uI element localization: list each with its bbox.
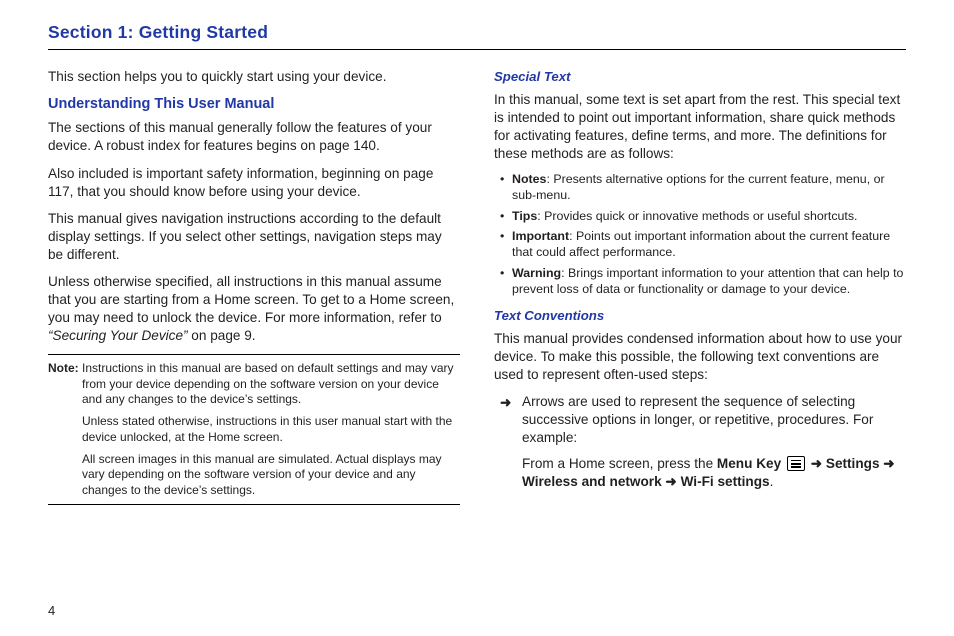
definition: : Brings important information to your a… [512,266,903,296]
term: Tips [512,209,537,223]
note-body: Instructions in this manual are based on… [82,361,460,407]
sub-heading: Special Text [494,68,906,86]
body-paragraph: This manual gives navigation instruction… [48,210,460,264]
note-body: Unless stated otherwise, instructions in… [82,414,460,445]
nav-step: Settings [826,456,880,471]
list-item: ➜ Arrows are used to represent the seque… [500,393,906,491]
note-body: All screen images in this manual are sim… [82,452,460,498]
body-paragraph: Also included is important safety inform… [48,165,460,201]
term: Notes [512,172,546,186]
body-paragraph: Unless otherwise specified, all instruct… [48,273,460,345]
note-label: Note: [48,361,82,407]
definition: : Presents alternative options for the c… [512,172,885,202]
page-number: 4 [48,603,55,618]
body-paragraph: The sections of this manual generally fo… [48,119,460,155]
list-item: Important: Points out important informat… [500,229,906,261]
term: Warning [512,266,561,280]
intro-paragraph: This section helps you to quickly start … [48,68,460,86]
list-item: Notes: Presents alternative options for … [500,172,906,204]
sub-heading: Text Conventions [494,307,906,325]
text-run: . [770,474,774,489]
arrow-icon: ➜ [665,474,676,489]
note-spacer [48,414,82,445]
manual-page: Section 1: Getting Started This section … [0,0,954,636]
example-line: From a Home screen, press the Menu Key ➜… [522,455,906,491]
arrow-icon: ➜ [500,394,511,412]
definition-bullets: Notes: Presents alternative options for … [494,172,906,298]
cross-reference: “Securing Your Device” [48,328,188,343]
note-spacer [48,452,82,498]
list-item: Tips: Provides quick or innovative metho… [500,209,906,225]
nav-step: Wi-Fi settings [681,474,770,489]
arrow-steps: ➜ Arrows are used to represent the seque… [494,393,906,491]
step-text: Arrows are used to represent the sequenc… [522,394,873,445]
definition: : Points out important information about… [512,229,890,259]
note-block: Note: Instructions in this manual are ba… [48,354,460,505]
text-run: Unless otherwise specified, all instruct… [48,274,454,325]
nav-step: Wireless and network [522,474,662,489]
term: Important [512,229,569,243]
list-item: Warning: Brings important information to… [500,266,906,298]
body-paragraph: In this manual, some text is set apart f… [494,91,906,163]
subsection-heading: Understanding This User Manual [48,95,460,114]
two-column-layout: This section helps you to quickly start … [48,68,906,505]
arrow-icon: ➜ [811,456,822,471]
menu-key-icon [787,456,805,471]
section-title: Section 1: Getting Started [48,22,906,50]
left-column: This section helps you to quickly start … [48,68,460,505]
text-run: on page 9. [188,328,256,343]
right-column: Special Text In this manual, some text i… [494,68,906,505]
definition: : Provides quick or innovative methods o… [537,209,857,223]
arrow-icon: ➜ [883,456,894,471]
text-run: From a Home screen, press the [522,456,717,471]
menu-key-label: Menu Key [717,456,781,471]
body-paragraph: This manual provides condensed informati… [494,330,906,384]
